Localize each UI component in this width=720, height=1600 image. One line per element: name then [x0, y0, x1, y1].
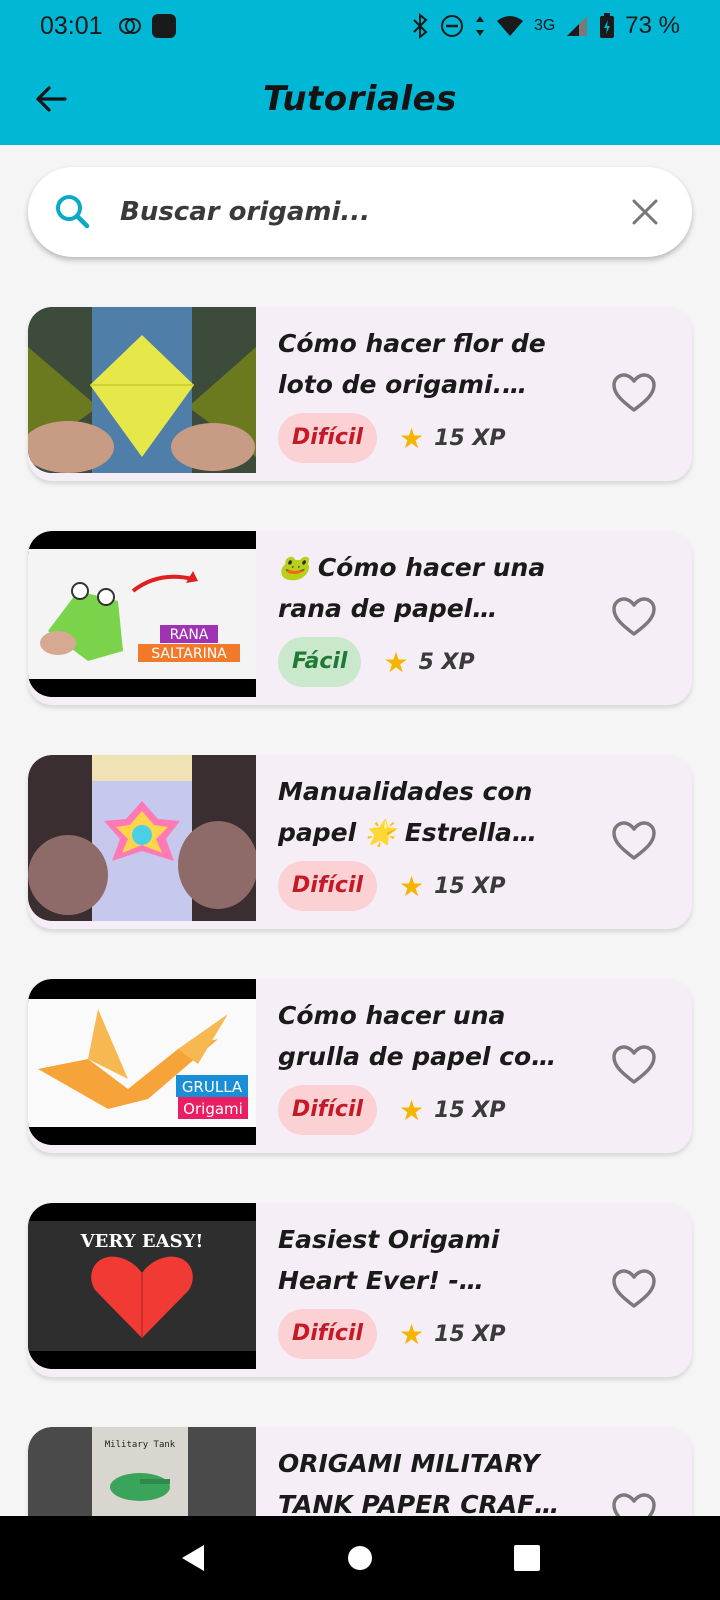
- square-recents-icon: [513, 1545, 540, 1571]
- page-title: Tutoriales: [263, 78, 457, 119]
- thumb-label: Origami: [183, 1100, 243, 1118]
- xp-value: 15 XP: [434, 1097, 506, 1123]
- tutorial-card[interactable]: Cómo hacer flor de loto de origami. Ori.…: [28, 307, 692, 481]
- tutorial-card[interactable]: VERY EASY! Easiest Origami Heart Ever! -…: [28, 1203, 692, 1377]
- status-time: 03:01: [40, 11, 103, 40]
- thumb-label: VERY EASY!: [80, 1231, 204, 1252]
- status-bar: 03:01 3G 73 %: [0, 0, 720, 52]
- battery-icon: [600, 13, 615, 38]
- difficulty-badge: Difícil: [278, 413, 378, 463]
- wifi-icon: [496, 16, 523, 36]
- system-navigation-bar: [0, 1516, 720, 1600]
- tutorial-thumbnail: [28, 307, 256, 473]
- difficulty-badge: Difícil: [278, 1085, 378, 1135]
- star-icon: ★: [399, 869, 425, 903]
- search-icon: [56, 195, 90, 229]
- tutorial-card[interactable]: GRULLA Origami Cómo hacer una grulla de …: [28, 979, 692, 1153]
- tutorial-title: Manualidades con papel 🌟 Estrella inf...: [278, 777, 533, 847]
- nav-home-button[interactable]: [340, 1538, 380, 1578]
- triangle-back-icon: [182, 1545, 205, 1571]
- arrow-back-icon: [36, 86, 67, 112]
- xp-value: 5 XP: [418, 649, 475, 675]
- tutorial-thumbnail: RANA SALTARINA: [28, 531, 256, 697]
- star-icon: ★: [383, 645, 409, 679]
- app-bar: Tutoriales: [0, 52, 720, 145]
- search-input[interactable]: Buscar origami...: [120, 167, 370, 257]
- favorite-heart-icon[interactable]: [610, 369, 658, 417]
- battery-level: 73 %: [625, 12, 680, 39]
- star-icon: ★: [399, 421, 425, 455]
- sync-icon: [118, 18, 141, 34]
- xp-value: 15 XP: [434, 1321, 506, 1347]
- tutorial-title: ORIGAMI MILITARY TANK PAPER CRAFT T...: [278, 1449, 552, 1519]
- tutorial-card[interactable]: RANA SALTARINA 🐸 Cómo hacer una rana de …: [28, 531, 692, 705]
- tutorial-list[interactable]: Cómo hacer flor de loto de origami. Ori.…: [28, 307, 692, 1600]
- favorite-heart-icon[interactable]: [610, 593, 658, 641]
- search-bar[interactable]: Buscar origami...: [28, 167, 692, 257]
- favorite-heart-icon[interactable]: [610, 1265, 658, 1313]
- nav-back-button[interactable]: [173, 1538, 213, 1578]
- tutorial-thumbnail: GRULLA Origami: [28, 979, 256, 1145]
- network-type: 3G: [533, 17, 556, 34]
- favorite-heart-icon[interactable]: [610, 1041, 658, 1089]
- xp-value: 15 XP: [434, 425, 506, 451]
- tutorial-thumbnail: VERY EASY!: [28, 1203, 256, 1369]
- favorite-heart-icon[interactable]: [610, 817, 658, 865]
- difficulty-badge: Difícil: [278, 861, 378, 911]
- signal-icon: [567, 16, 588, 36]
- thumb-label: RANA: [170, 627, 209, 643]
- tutorial-card[interactable]: Manualidades con papel 🌟 Estrella inf...…: [28, 755, 692, 929]
- bluetooth-icon: [413, 13, 428, 39]
- circle-home-icon: [347, 1546, 372, 1570]
- difficulty-badge: Fácil: [278, 637, 362, 687]
- nav-recents-button[interactable]: [507, 1538, 547, 1578]
- star-icon: ★: [399, 1317, 425, 1351]
- tutorial-title: Cómo hacer flor de loto de origami. Ori.…: [278, 329, 546, 399]
- difficulty-badge: Difícil: [278, 1309, 378, 1359]
- tutorial-title: Cómo hacer una grulla de papel con ...: [278, 1001, 549, 1071]
- do-not-disturb-icon: [440, 15, 463, 37]
- tutorial-title: 🐸 Cómo hacer una rana de papel saltar...: [278, 553, 546, 623]
- thumb-label: Military Tank: [105, 1440, 176, 1450]
- xp-value: 15 XP: [434, 873, 506, 899]
- tutorial-title: Easiest Origami Heart Ever! - Tutorial i…: [278, 1225, 500, 1295]
- back-button[interactable]: [26, 74, 76, 124]
- tutorial-thumbnail: [28, 755, 256, 921]
- thumb-label: SALTARINA: [151, 646, 227, 662]
- star-icon: ★: [399, 1093, 425, 1127]
- app-notification-icon: [151, 14, 176, 38]
- close-icon[interactable]: [624, 191, 666, 233]
- thumb-label: GRULLA: [182, 1078, 243, 1096]
- data-transfer-icon: [475, 16, 484, 36]
